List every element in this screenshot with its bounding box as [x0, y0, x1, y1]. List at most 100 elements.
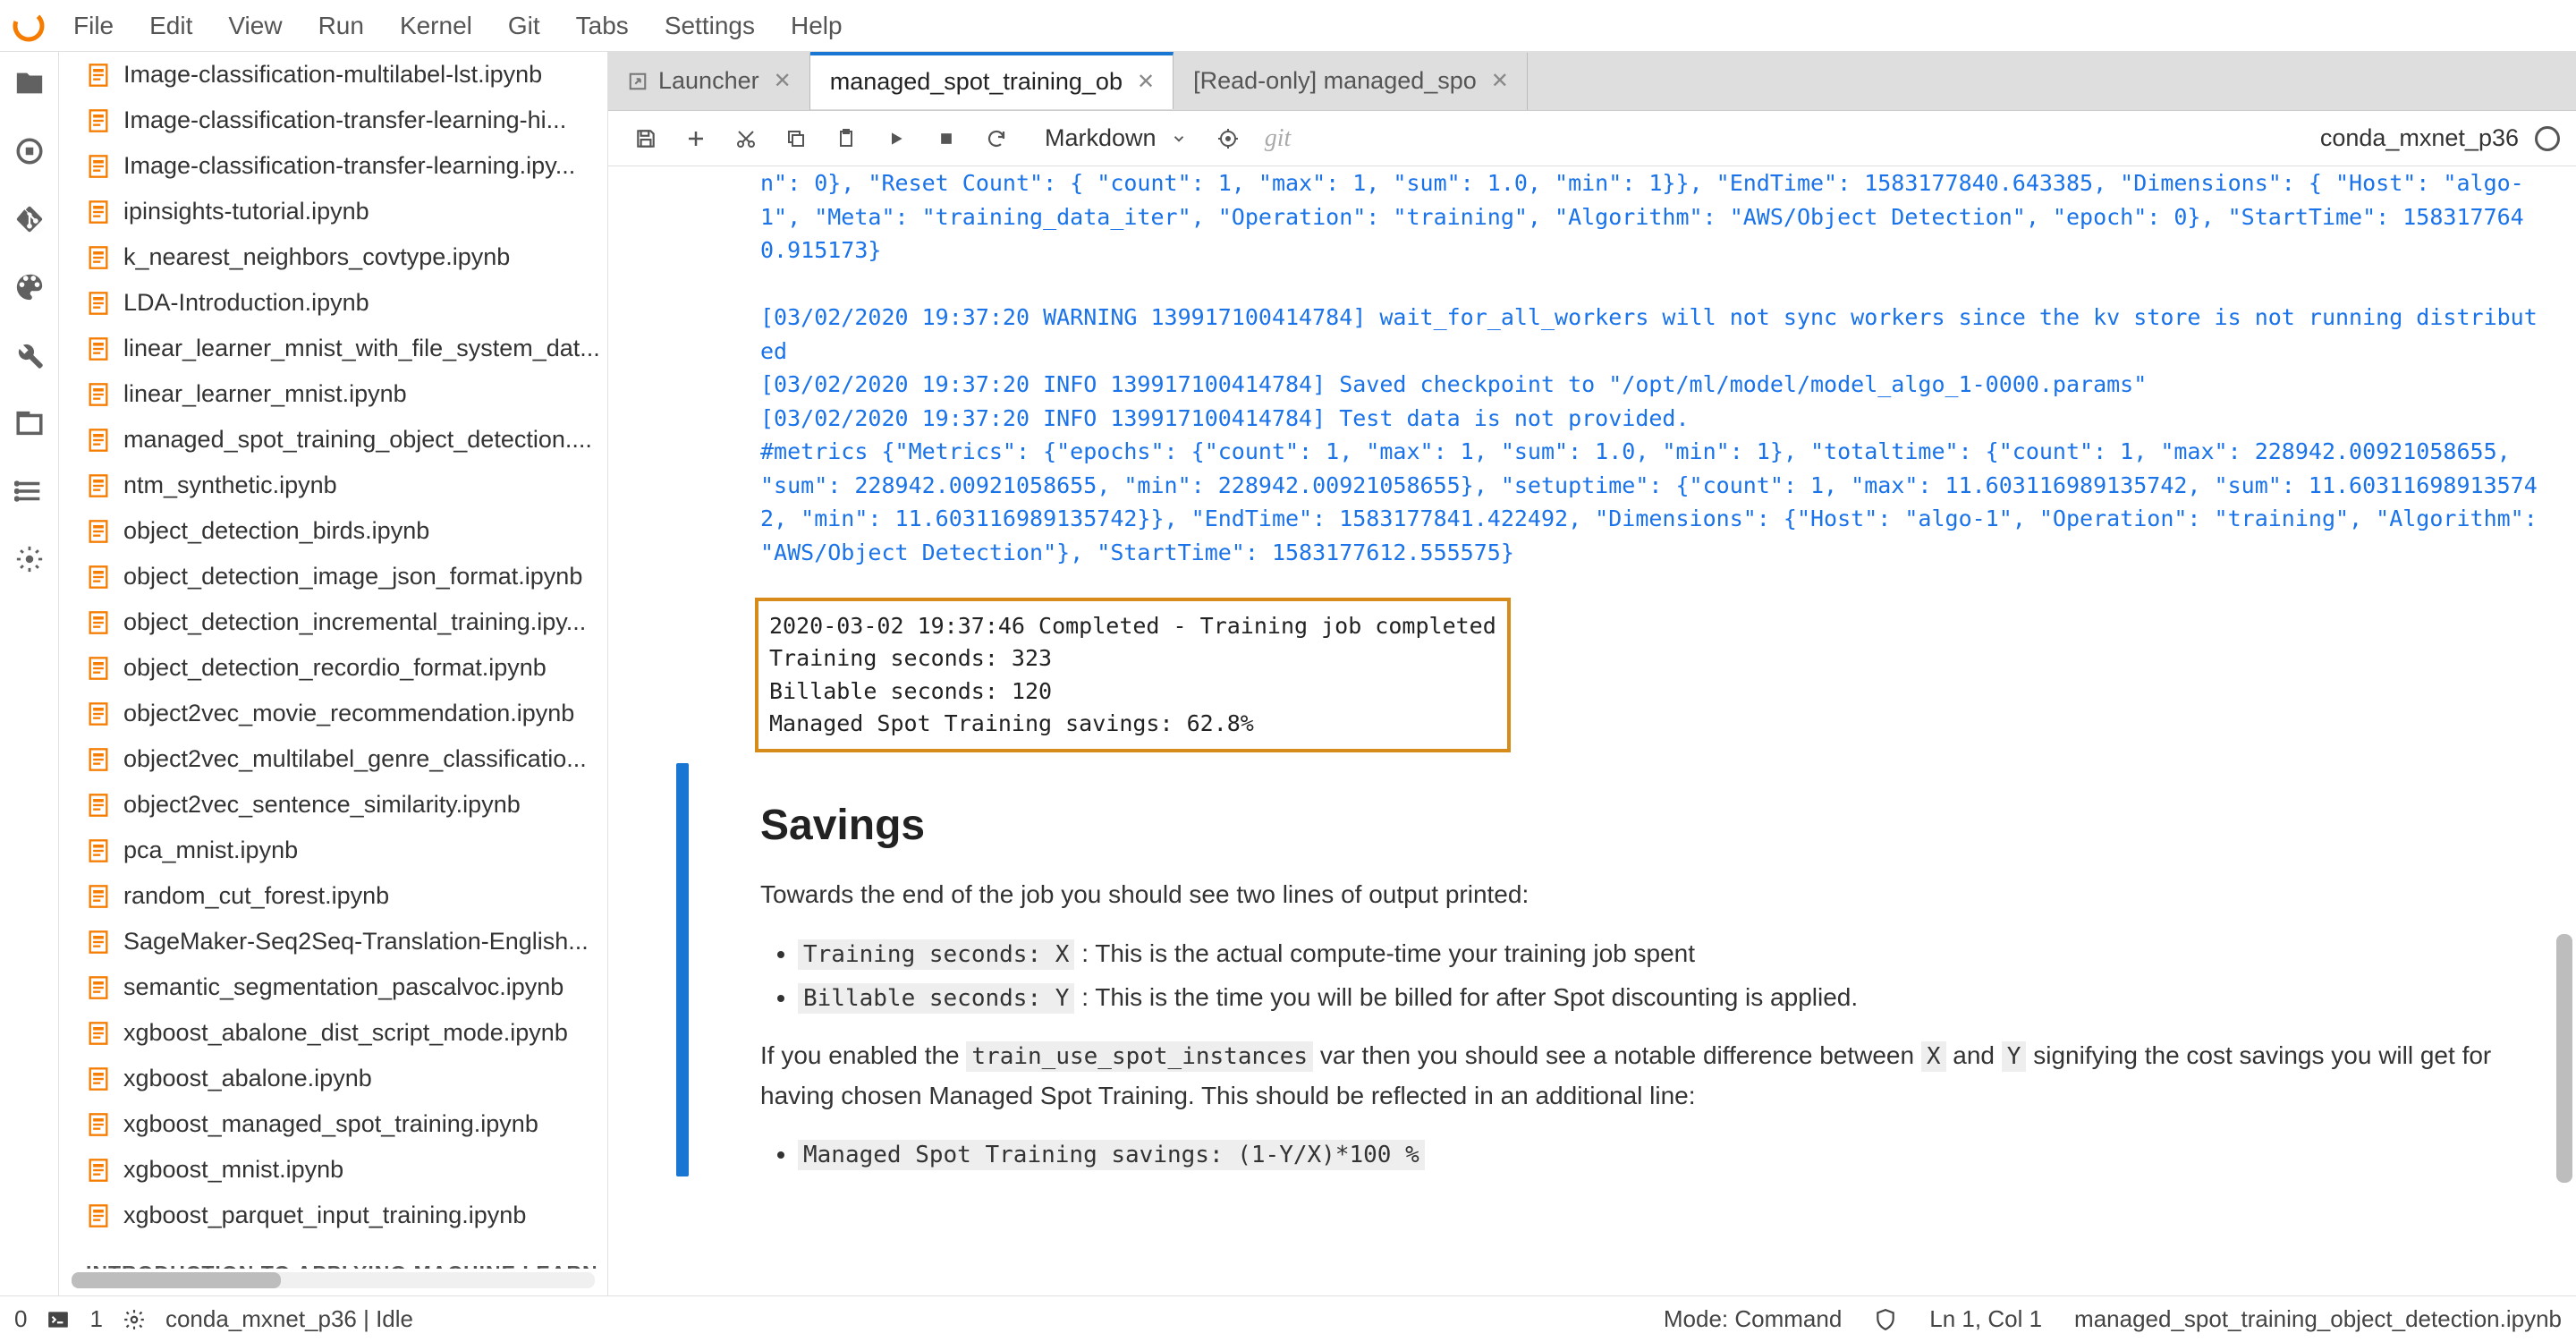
close-icon[interactable]: ✕	[770, 66, 795, 96]
terminal-icon[interactable]	[47, 1308, 70, 1331]
jupyter-logo	[11, 8, 47, 44]
file-item[interactable]: managed_spot_training_object_detection..…	[72, 417, 607, 463]
wrench-icon[interactable]	[14, 340, 45, 370]
left-icon-rail	[0, 52, 59, 1295]
menu-kernel[interactable]: Kernel	[384, 4, 488, 47]
run-button[interactable]	[875, 117, 918, 160]
kernel-name[interactable]: conda_mxnet_p36	[2320, 124, 2519, 152]
chevron-down-icon	[1171, 131, 1187, 147]
notebook-icon	[86, 930, 111, 955]
notebook-icon	[86, 793, 111, 818]
notebook-icon	[86, 473, 111, 498]
status-kernel[interactable]: conda_mxnet_p36 | Idle	[165, 1305, 413, 1333]
save-button[interactable]	[624, 117, 667, 160]
status-left-count[interactable]: 0	[14, 1305, 27, 1333]
file-name: k_nearest_neighbors_covtype.ipynb	[123, 243, 510, 271]
tab-readonly-managed-spot[interactable]: [Read-only] managed_spo ✕	[1174, 53, 1528, 110]
notebook-icon	[86, 245, 111, 270]
file-item[interactable]: pca_mnist.ipynb	[72, 828, 607, 873]
file-item[interactable]: SageMaker-Seq2Seq-Translation-English...	[72, 919, 607, 964]
file-item[interactable]: object_detection_birds.ipynb	[72, 508, 607, 554]
notebook-scrollbar-y[interactable]	[2556, 166, 2572, 1295]
file-name: pca_mnist.ipynb	[123, 837, 298, 864]
target-icon[interactable]	[1207, 117, 1250, 160]
notebook-icon	[86, 1158, 111, 1183]
paste-button[interactable]	[825, 117, 868, 160]
file-item[interactable]: xgboost_abalone.ipynb	[72, 1056, 607, 1101]
menu-settings[interactable]: Settings	[648, 4, 771, 47]
file-item[interactable]: ipinsights-tutorial.ipynb	[72, 189, 607, 234]
git-icon[interactable]	[14, 204, 45, 234]
running-icon[interactable]	[14, 136, 45, 166]
file-item[interactable]: object_detection_incremental_training.ip…	[72, 599, 607, 645]
cell-output-log: n": 0}, "Reset Count": { "count": 1, "ma…	[760, 166, 2540, 569]
savings-heading: Savings	[760, 801, 2540, 850]
cell-type-select[interactable]: Markdown	[1032, 121, 1199, 156]
file-name: ntm_synthetic.ipynb	[123, 471, 337, 499]
notebook-icon	[86, 108, 111, 133]
file-item[interactable]: object_detection_recordio_format.ipynb	[72, 645, 607, 691]
notebook-icon	[86, 838, 111, 863]
menu-help[interactable]: Help	[775, 4, 859, 47]
file-item[interactable]: object2vec_movie_recommendation.ipynb	[72, 691, 607, 736]
file-item[interactable]: LDA-Introduction.ipynb	[72, 280, 607, 326]
menu-tabs[interactable]: Tabs	[560, 4, 645, 47]
notebook-icon	[86, 1021, 111, 1046]
file-item[interactable]: object2vec_multilabel_genre_classificati…	[72, 736, 607, 782]
file-item[interactable]: linear_learner_mnist_with_file_system_da…	[72, 326, 607, 371]
file-name: xgboost_managed_spot_training.ipynb	[123, 1110, 538, 1138]
file-item[interactable]: xgboost_abalone_dist_script_mode.ipynb	[72, 1010, 607, 1056]
notebook-icon	[86, 1203, 111, 1228]
file-item[interactable]: xgboost_mnist.ipynb	[72, 1147, 607, 1193]
menu-file[interactable]: File	[57, 4, 130, 47]
menu-git[interactable]: Git	[492, 4, 556, 47]
savings-paragraph-2: If you enabled the train_use_spot_instan…	[760, 1036, 2540, 1117]
tab-launcher[interactable]: Launcher ✕	[608, 53, 810, 110]
status-terminal-count[interactable]: 1	[89, 1305, 102, 1333]
gear-icon[interactable]	[123, 1308, 146, 1331]
copy-button[interactable]	[775, 117, 818, 160]
menu-view[interactable]: View	[212, 4, 298, 47]
status-file[interactable]: managed_spot_training_object_detection.i…	[2074, 1305, 2562, 1333]
file-item[interactable]: Image-classification-multilabel-lst.ipyn…	[72, 52, 607, 98]
markdown-cell-savings[interactable]: Savings Towards the end of the job you s…	[760, 763, 2540, 1176]
file-item[interactable]: Image-classification-transfer-learning.i…	[72, 143, 607, 189]
status-ln-col[interactable]: Ln 1, Col 1	[1929, 1305, 2042, 1333]
menu-edit[interactable]: Edit	[133, 4, 208, 47]
file-name: Image-classification-transfer-learning.i…	[123, 152, 575, 180]
notebook-icon	[86, 336, 111, 361]
file-item[interactable]: object2vec_sentence_similarity.ipynb	[72, 782, 607, 828]
file-browser-scrollbar-x[interactable]	[72, 1272, 595, 1288]
tab-managed-spot[interactable]: managed_spot_training_ob ✕	[810, 52, 1174, 109]
shield-icon[interactable]	[1874, 1308, 1897, 1331]
code-inline: train_use_spot_instances	[966, 1041, 1313, 1072]
close-icon[interactable]: ✕	[1133, 67, 1158, 97]
add-cell-button[interactable]	[674, 117, 717, 160]
notebook-icon	[86, 884, 111, 909]
toc-icon[interactable]	[14, 476, 45, 506]
file-item[interactable]: k_nearest_neighbors_covtype.ipynb	[72, 234, 607, 280]
close-icon[interactable]: ✕	[1487, 66, 1513, 96]
menu-run[interactable]: Run	[302, 4, 380, 47]
stop-button[interactable]	[925, 117, 968, 160]
extensions-icon[interactable]	[14, 544, 45, 574]
tabs-icon[interactable]	[14, 408, 45, 438]
file-name: managed_spot_training_object_detection..…	[123, 426, 592, 454]
file-name: Image-classification-transfer-learning-h…	[123, 106, 566, 134]
file-item[interactable]: Image-classification-transfer-learning-h…	[72, 98, 607, 143]
file-item[interactable]: object_detection_image_json_format.ipynb	[72, 554, 607, 599]
code-inline: Billable seconds: Y	[798, 983, 1074, 1014]
git-button[interactable]: git	[1257, 117, 1300, 160]
restart-button[interactable]	[975, 117, 1018, 160]
kernel-status-icon[interactable]	[2535, 126, 2560, 151]
file-item[interactable]: xgboost_managed_spot_training.ipynb	[72, 1101, 607, 1147]
folder-icon[interactable]	[14, 68, 45, 98]
file-item[interactable]: ntm_synthetic.ipynb	[72, 463, 607, 508]
file-item[interactable]: semantic_segmentation_pascalvoc.ipynb	[72, 964, 607, 1010]
palette-icon[interactable]	[14, 272, 45, 302]
file-item[interactable]: linear_learner_mnist.ipynb	[72, 371, 607, 417]
cut-button[interactable]	[724, 117, 767, 160]
file-item[interactable]: xgboost_parquet_input_training.ipynb	[72, 1193, 607, 1238]
file-item[interactable]: random_cut_forest.ipynb	[72, 873, 607, 919]
file-name: object2vec_movie_recommendation.ipynb	[123, 700, 574, 727]
